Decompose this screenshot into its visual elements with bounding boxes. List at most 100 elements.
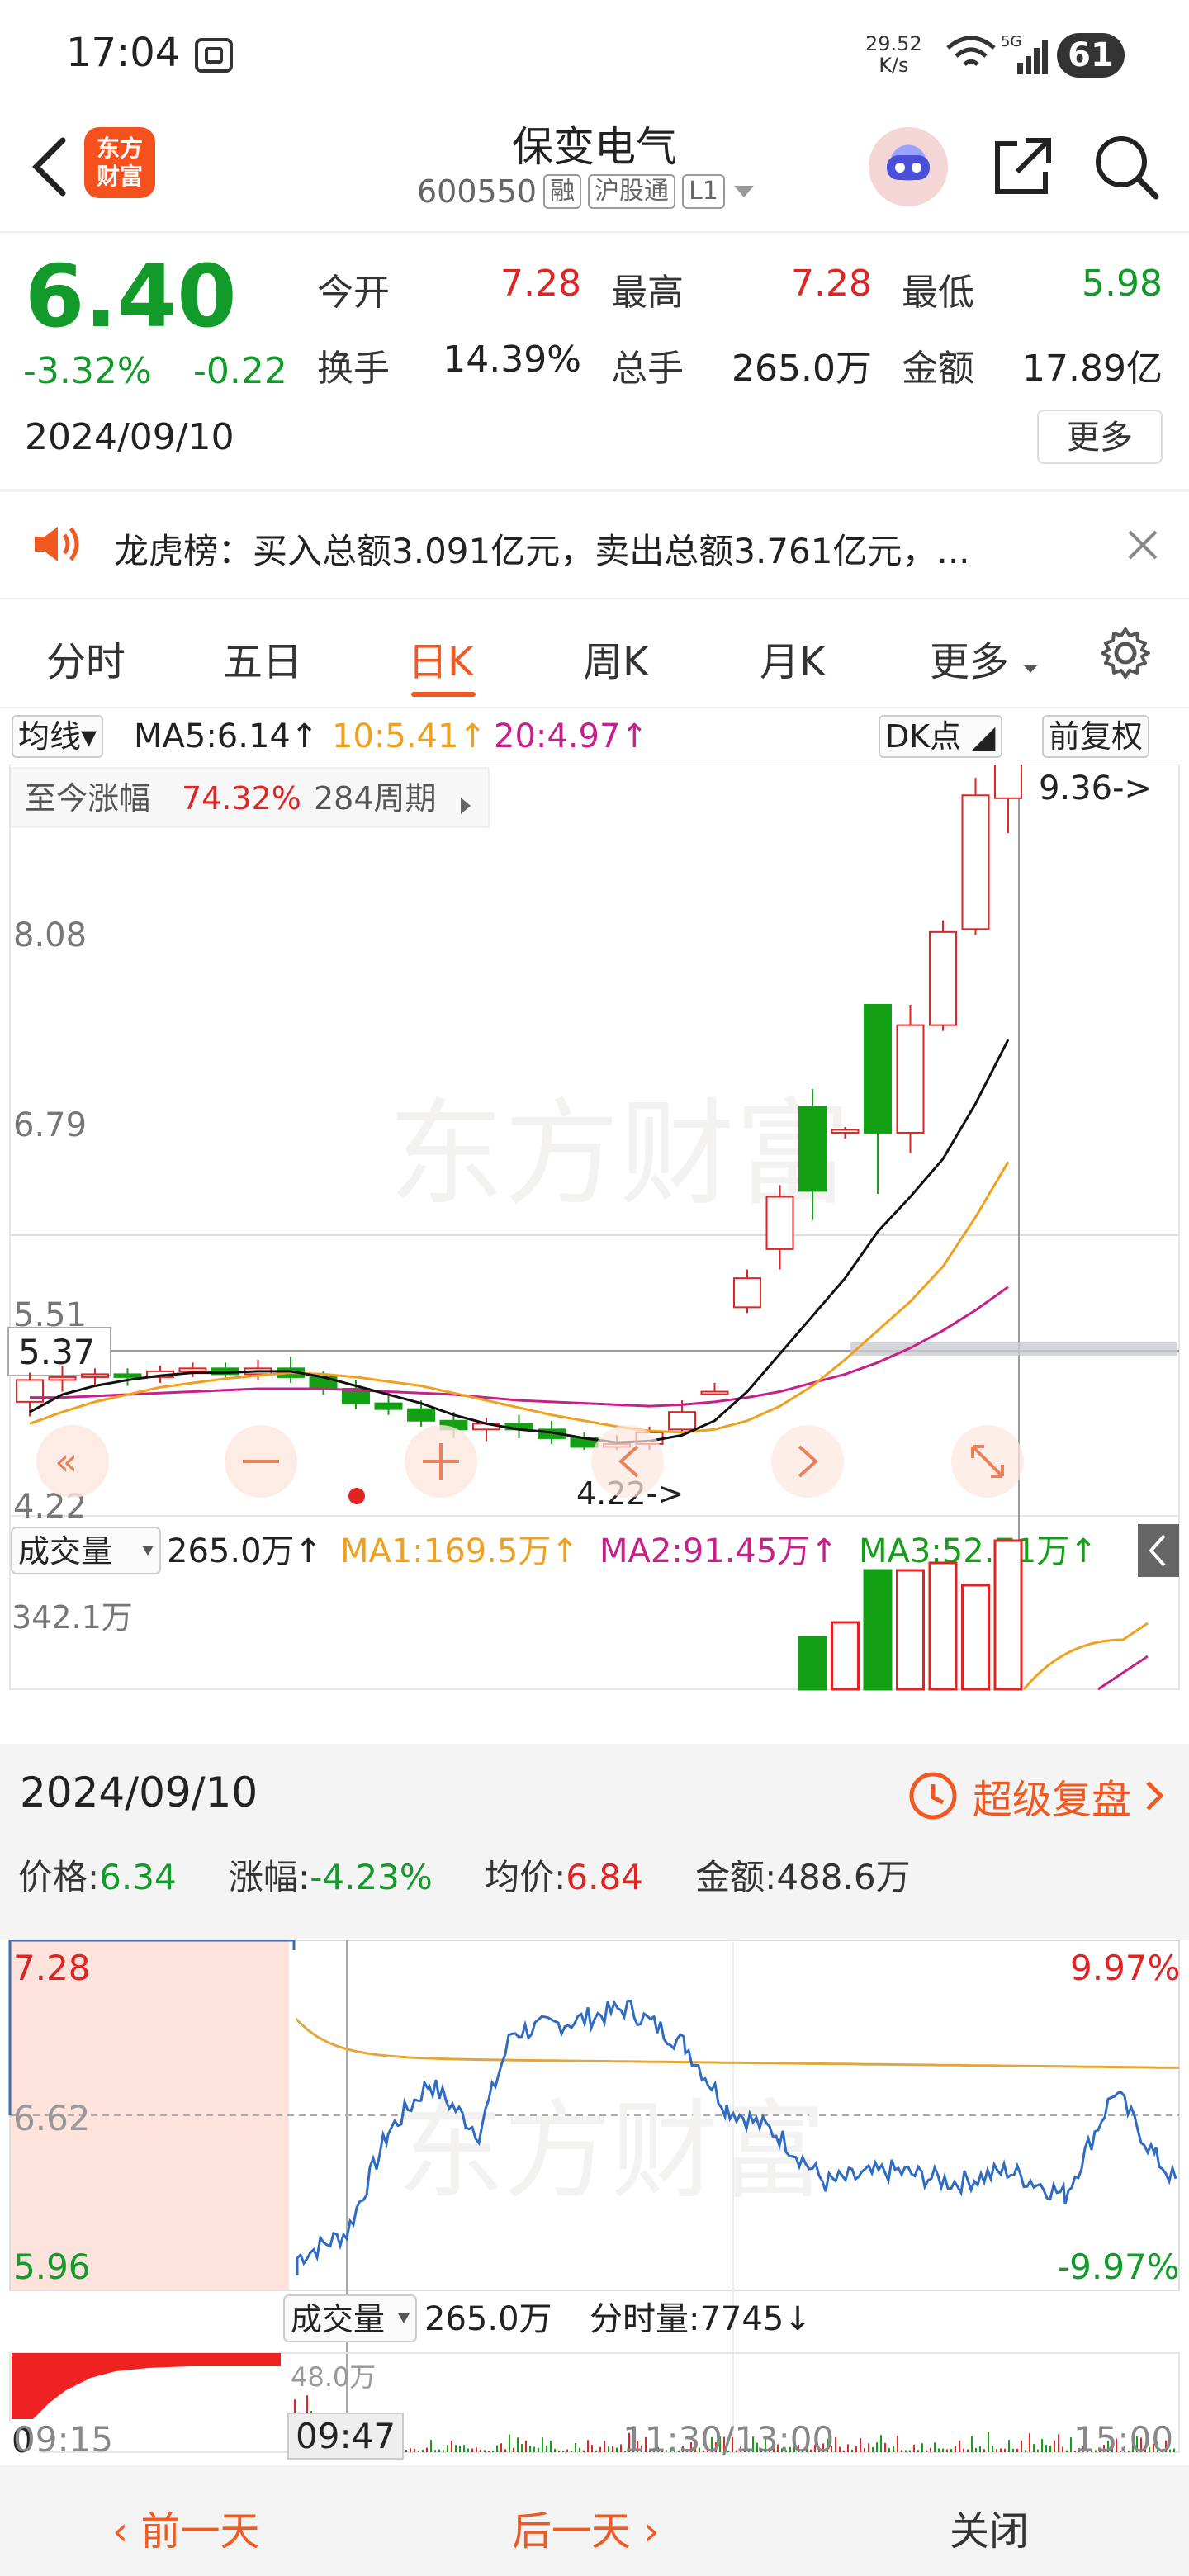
stock-code-row[interactable]: 600550 融 沪股通 L1 <box>417 173 756 210</box>
intraday-volume-bar <box>1054 2440 1055 2452</box>
dk-point-selector[interactable]: DK点 ◢ <box>879 715 1002 758</box>
intraday-volume-bar <box>1041 2439 1043 2452</box>
net-speed: 29.52 K/s <box>865 33 922 76</box>
settings-gear-icon[interactable] <box>1098 626 1153 680</box>
intraday-volume-bar <box>616 2447 618 2452</box>
adjust-selector[interactable]: 前复权 <box>1042 715 1150 758</box>
candle-body <box>929 930 957 1026</box>
svg-text:5G: 5G <box>1001 33 1021 50</box>
kline-chart[interactable]: 东方财富 8.08 6.79 5.51 4.22 至今涨幅 74.32% 284… <box>0 765 1189 1739</box>
candle-body <box>798 1106 827 1192</box>
intraday-volume-bar <box>1058 2434 1059 2452</box>
candle-body <box>733 1277 761 1309</box>
intraday-volume-bar <box>575 2443 576 2452</box>
tab-more[interactable]: 更多 <box>930 629 1040 687</box>
low-price-label: 5.96 <box>13 2247 91 2287</box>
intraday-stats-row: 价格:6.34 涨幅:-4.23% 均价:6.84 金额:488.6万 <box>18 1849 911 1900</box>
volume-value: 265.0万↑ <box>167 1532 322 1570</box>
tab-more-label: 更多 <box>930 639 1010 685</box>
scroll-next-button[interactable] <box>771 1425 844 1498</box>
candle-body <box>961 794 990 930</box>
scroll-prev-button[interactable] <box>591 1425 664 1498</box>
active-tab-indicator <box>411 692 476 697</box>
turnover-label: 换手 <box>317 348 390 390</box>
tab-monthly-k[interactable]: 月K <box>760 629 825 687</box>
tick-volume-label: 分时量:7745↓ <box>590 2300 812 2338</box>
intraday-volume-bar <box>946 2449 948 2452</box>
volume-peak-label: 48.0万 <box>291 2361 376 2393</box>
intraday-volume-bar <box>591 2445 593 2452</box>
intraday-volume-bar <box>459 2446 461 2452</box>
intraday-volume-bar <box>566 2449 568 2452</box>
candle-body <box>48 1376 77 1381</box>
intraday-volume-bar <box>426 2447 428 2452</box>
candle-body <box>81 1373 109 1378</box>
time-tick-open: 09:15 <box>13 2419 114 2460</box>
signal-icon: 5G <box>1001 33 1048 74</box>
intraday-volume-bar <box>455 2445 457 2452</box>
super-replay-link[interactable]: 超级复盘 <box>905 1767 1166 1825</box>
intraday-volume-bar <box>996 2449 997 2452</box>
more-button[interactable]: 更多 <box>1037 410 1163 464</box>
tab-daily-k[interactable]: 日K <box>408 629 473 687</box>
volume-ma1-line <box>1022 1622 1149 1690</box>
intraday-volume-bar <box>926 2450 927 2452</box>
intraday-volume-bar <box>988 2432 989 2452</box>
intraday-volume-bar <box>1021 2440 1022 2452</box>
close-button[interactable]: 关闭 <box>950 2498 1029 2556</box>
top-price-label: 7.28 <box>13 1948 91 1988</box>
dragon-tiger-banner[interactable]: 龙虎榜：买入总额3.091亿元，卖出总额3.761亿元，... <box>0 490 1189 598</box>
intraday-detail-panel: 2024/09/10 超级复盘 价格:6.34 涨幅:-4.23% 均价:6.8… <box>0 1744 1189 2470</box>
low-value: 5.98 <box>1082 263 1163 305</box>
next-day-chevron-icon: › <box>631 2508 660 2555</box>
intraday-volume-bar <box>959 2440 960 2452</box>
time-tick-close: 15:00 <box>1073 2419 1174 2460</box>
price-tick-1: 8.08 <box>13 916 87 954</box>
share-icon[interactable] <box>988 132 1057 201</box>
intraday-volume-bar <box>884 2442 886 2452</box>
intraday-volume-bar <box>876 2442 878 2452</box>
intraday-volume-bar <box>579 2447 580 2452</box>
volume-bar <box>993 1539 1023 1691</box>
ma-selector-label: 均线 <box>18 718 82 755</box>
candle-body <box>407 1408 435 1422</box>
intraday-volume-bar <box>587 2440 589 2452</box>
candle-body <box>700 1390 729 1395</box>
margin-tag: 融 <box>543 174 582 209</box>
collapse-volume-button[interactable] <box>1138 1524 1179 1577</box>
prev-day-button[interactable]: ‹ 前一天 <box>112 2498 259 2556</box>
intraday-volume-bar <box>463 2445 465 2452</box>
intraday-volume-bar <box>521 2444 523 2452</box>
tab-intraday[interactable]: 分时 <box>46 629 126 687</box>
banner-text: 龙虎榜：买入总额3.091亿元，卖出总额3.761亿元，... <box>114 531 970 571</box>
gain-period: 284周期 <box>314 780 437 817</box>
ma-legend-row: 均线▾ MA5:6.14↑ 10:5.41↑ 20:4.97↑ DK点 ◢ 前复… <box>0 708 1189 765</box>
tab-five-day[interactable]: 五日 <box>223 629 302 687</box>
intraday-volume-bar <box>492 2450 494 2452</box>
prev-day-chevron-icon: ‹ <box>112 2508 141 2555</box>
high-label: 最高 <box>611 272 684 314</box>
volume-ma2-line <box>1097 1655 1149 1691</box>
intraday-volume-bar <box>405 2449 407 2452</box>
intraday-chart[interactable]: 东方财富 7.28 6.62 5.96 9.97% -9.97% 成交量 265… <box>0 1940 1189 2465</box>
ma-selector[interactable]: 均线▾ <box>12 715 104 758</box>
intraday-volume-bar <box>1033 2444 1035 2452</box>
intraday-volume-bar <box>447 2445 448 2452</box>
intraday-volume-bar <box>888 2448 890 2452</box>
volume-ma1: MA1:169.5万↑ <box>340 1532 579 1570</box>
next-day-button[interactable]: 后一天 › <box>512 2498 659 2556</box>
search-icon[interactable] <box>1092 132 1161 201</box>
intraday-volume-bar <box>1062 2446 1063 2452</box>
tab-weekly-k[interactable]: 周K <box>583 629 648 687</box>
intraday-volume-bar <box>476 2447 477 2452</box>
intraday-volume-bar <box>950 2448 952 2452</box>
mid-price-label: 6.62 <box>13 2098 91 2138</box>
average-price-line <box>296 2017 1180 2069</box>
gain-value: 74.32% <box>182 780 301 817</box>
close-icon[interactable] <box>1125 527 1161 563</box>
assistant-avatar-icon[interactable] <box>869 127 948 206</box>
intraday-volume-bar <box>430 2440 432 2452</box>
amount-value: 17.89亿 <box>1022 348 1163 390</box>
intraday-volume-bar <box>542 2437 543 2452</box>
dropdown-icon <box>733 186 754 197</box>
